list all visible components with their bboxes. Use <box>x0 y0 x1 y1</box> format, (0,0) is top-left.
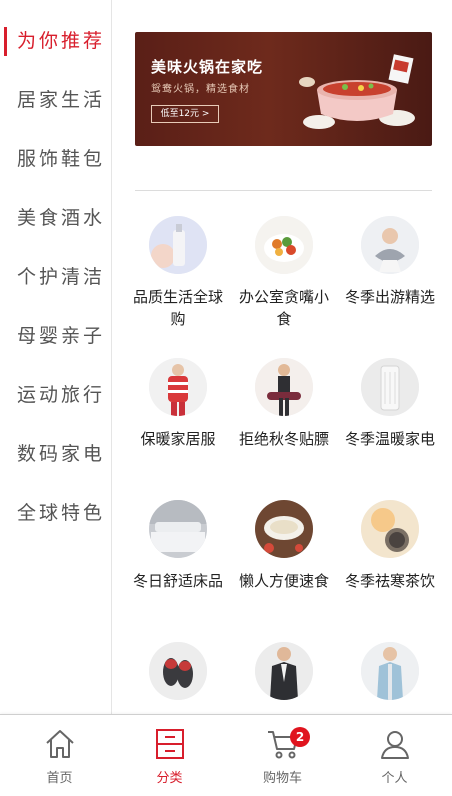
grid-item-winter-travel[interactable]: 冬季出游精选 <box>337 214 443 352</box>
tab-label: 首页 <box>46 771 73 786</box>
sidebar-item-home-living[interactable]: 居家生活 <box>0 71 111 130</box>
bottle-icon <box>149 216 207 274</box>
tab-label: 个人 <box>381 771 408 786</box>
grid-item-mens-coats[interactable] <box>231 640 337 714</box>
banner-button[interactable]: 低至12元 > <box>151 105 219 123</box>
user-icon <box>380 731 409 759</box>
hotpot-icon <box>299 54 415 129</box>
sidebar-item-recommend[interactable]: 为你推荐 <box>0 12 111 71</box>
sidebar-item-global[interactable]: 全球特色 <box>0 484 111 543</box>
women-coat-icon <box>361 642 419 700</box>
tab-label: 分类 <box>156 771 183 786</box>
section-divider <box>135 190 432 191</box>
slippers-icon <box>149 642 207 700</box>
grid-item-office-snacks[interactable]: 办公室贪嘴小食 <box>231 214 337 352</box>
grid-item-slippers[interactable] <box>125 640 231 714</box>
grid-item-winter-tea[interactable]: 冬季祛寒茶饮 <box>337 498 443 636</box>
grid-item-label: 保暖家居服 <box>140 430 216 448</box>
grid-item-label: 品质生活全球购 <box>132 288 223 328</box>
grid-item-label: 冬季祛寒茶饮 <box>344 572 435 590</box>
grid-item-label: 懒人方便速食 <box>238 572 329 590</box>
sidebar-item-food-drinks[interactable]: 美食酒水 <box>0 189 111 248</box>
category-sidebar: 为你推荐 居家生活 服饰鞋包 美食酒水 个护清洁 母婴亲子 运动旅行 数码家电 … <box>0 0 112 714</box>
category-content: 美味火锅在家吃 鸳鸯火锅，精选食材 低至12元 > 品质生活全球购 办公室贪嘴小… <box>112 0 452 714</box>
neck-pillow-icon <box>361 216 419 274</box>
promo-banner[interactable]: 美味火锅在家吃 鸳鸯火锅，精选食材 低至12元 > <box>135 32 432 146</box>
bedding-icon <box>149 500 207 558</box>
noodle-icon <box>255 500 313 558</box>
sidebar-item-personal-care[interactable]: 个护清洁 <box>0 248 111 307</box>
tab-profile[interactable]: 个人 <box>338 715 451 796</box>
grid-item-label: 冬日舒适床品 <box>132 572 223 590</box>
sidebar-item-baby-kids[interactable]: 母婴亲子 <box>0 307 111 366</box>
banner-subtitle: 鸳鸯火锅，精选食材 <box>151 84 250 95</box>
tea-icon <box>361 500 419 558</box>
home-icon <box>45 730 74 758</box>
banner-title: 美味火锅在家吃 <box>151 58 264 76</box>
grid-item-winter-appliances[interactable]: 冬季温暖家电 <box>337 356 443 494</box>
sidebar-item-apparel[interactable]: 服饰鞋包 <box>0 130 111 189</box>
grid-item-label: 办公室贪嘴小食 <box>238 288 329 328</box>
grid-item-womens-coats[interactable] <box>337 640 443 714</box>
tab-label: 购物车 <box>262 771 302 786</box>
yoga-mat-icon <box>255 358 313 416</box>
grid-item-warm-homewear[interactable]: 保暖家居服 <box>125 356 231 494</box>
grid-item-global-quality[interactable]: 品质生活全球购 <box>125 214 231 352</box>
sidebar-item-digital[interactable]: 数码家电 <box>0 425 111 484</box>
grid-item-label: 冬季出游精选 <box>344 288 435 306</box>
tab-home[interactable]: 首页 <box>3 715 116 796</box>
tab-cart[interactable]: 2 购物车 <box>226 715 339 796</box>
app-root: 为你推荐 居家生活 服饰鞋包 美食酒水 个护清洁 母婴亲子 运动旅行 数码家电 … <box>0 0 452 796</box>
grid-item-label: 拒绝秋冬贴膘 <box>238 430 329 448</box>
heater-icon <box>361 358 419 416</box>
bottom-tab-bar: 首页 分类 2 购物车 个人 <box>0 714 452 796</box>
grid-item-bedding[interactable]: 冬日舒适床品 <box>125 498 231 636</box>
sidebar-item-sports-travel[interactable]: 运动旅行 <box>0 366 111 425</box>
sweater-icon <box>149 358 207 416</box>
snack-bowl-icon <box>255 216 313 274</box>
category-icon <box>155 729 184 759</box>
grid-item-instant-food[interactable]: 懒人方便速食 <box>231 498 337 636</box>
cart-badge: 2 <box>290 727 310 747</box>
grid-item-fitness[interactable]: 拒绝秋冬贴膘 <box>231 356 337 494</box>
grid-item-label: 冬季温暖家电 <box>344 430 435 448</box>
men-coat-icon <box>255 642 313 700</box>
tab-category[interactable]: 分类 <box>113 715 226 796</box>
